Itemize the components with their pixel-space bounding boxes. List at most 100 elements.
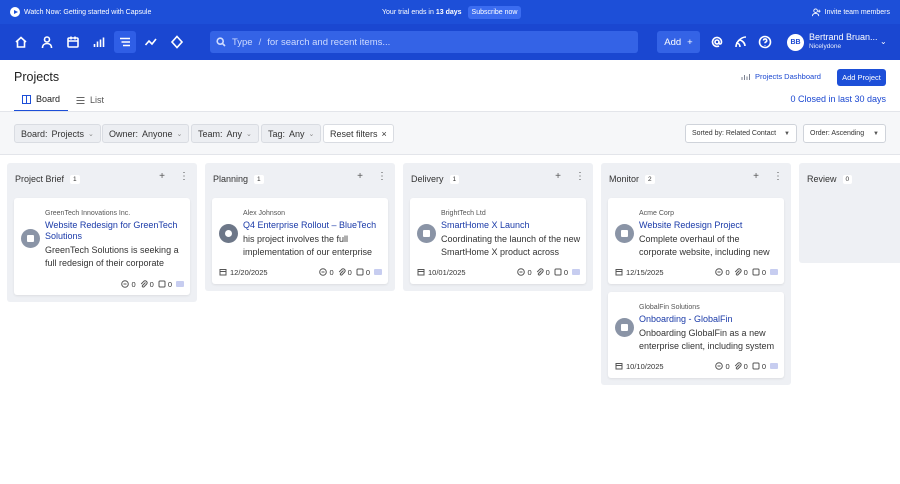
user-org: Nicelydone bbox=[809, 43, 842, 50]
calendar-icon bbox=[615, 269, 623, 276]
chevron-down-icon: ⌄ bbox=[88, 130, 94, 138]
card-footer: 12/20/2025 0 0 0 bbox=[219, 266, 382, 278]
invite-text: Invite team members bbox=[824, 8, 890, 16]
paperclip-icon bbox=[734, 362, 742, 370]
add-project-button[interactable]: Add Project bbox=[837, 69, 886, 86]
project-card[interactable]: Acme Corp Website Redesign Project Compl… bbox=[608, 198, 784, 284]
tab-list[interactable]: List bbox=[68, 88, 112, 112]
calendar-icon bbox=[219, 269, 227, 276]
due-date-text: 12/15/2025 bbox=[626, 267, 664, 277]
user-avatar[interactable]: BB bbox=[787, 34, 804, 51]
watch-now-link[interactable]: Watch Now: Getting started with Capsule bbox=[10, 7, 151, 17]
chevron-down-icon: ⌄ bbox=[308, 130, 315, 138]
board-column: Project Brief 1 + ⋮ GreenTech Innovations… bbox=[7, 163, 197, 302]
invite-team-link[interactable]: Invite team members bbox=[811, 0, 890, 24]
tab-board-label: Board bbox=[36, 94, 61, 104]
card-footer: 0 0 0 bbox=[21, 278, 184, 290]
user-menu[interactable]: Bertrand Bruan... Nicelydone bbox=[809, 32, 878, 52]
column-count: 1 bbox=[70, 174, 80, 184]
due-date-text: 12/20/2025 bbox=[230, 267, 268, 277]
notes-stat: 0 bbox=[752, 268, 766, 277]
card-title[interactable]: Website Redesign for GreenTech Solutions bbox=[45, 220, 184, 242]
sales-chart-icon[interactable] bbox=[90, 33, 108, 51]
tasks-count: 0 bbox=[725, 361, 730, 371]
more-options-icon[interactable]: ⋮ bbox=[179, 171, 189, 182]
add-card-icon[interactable]: + bbox=[159, 171, 165, 182]
search-type-hint: Type bbox=[232, 36, 253, 48]
broadcast-icon[interactable] bbox=[732, 33, 750, 51]
card-company[interactable]: GreenTech Innovations Inc. bbox=[45, 210, 130, 217]
tasks-count: 0 bbox=[527, 267, 532, 277]
card-title[interactable]: Website Redesign Project bbox=[639, 220, 778, 231]
sort-select[interactable]: Sorted by: Related Contact ▼ bbox=[685, 124, 797, 143]
home-icon[interactable] bbox=[12, 33, 30, 51]
team-filter[interactable]: Team: Any ⌄ bbox=[191, 124, 259, 143]
order-select[interactable]: Order: Ascending ▼ bbox=[803, 124, 886, 143]
tag-filter[interactable]: Tag: Any ⌄ bbox=[261, 124, 322, 143]
contact-avatar bbox=[219, 224, 238, 243]
notes-count: 0 bbox=[761, 361, 766, 371]
card-title[interactable]: Onboarding - GlobalFin bbox=[639, 314, 778, 325]
projects-icon[interactable] bbox=[114, 31, 136, 53]
column-count: 1 bbox=[449, 174, 460, 184]
subscribe-button[interactable]: Subscribe now bbox=[467, 5, 522, 19]
chart-icon bbox=[741, 73, 750, 80]
closed-summary-link[interactable]: 0 Closed in last 30 days bbox=[790, 94, 886, 104]
calendar-icon[interactable] bbox=[64, 33, 82, 51]
card-title[interactable]: Q4 Enterprise Rollout – BlueTech bbox=[243, 220, 382, 231]
files-stat: 0 bbox=[140, 280, 154, 289]
board-filter[interactable]: Board: Projects ⌄ bbox=[14, 124, 101, 143]
card-company[interactable]: BrightTech Ltd bbox=[441, 210, 486, 217]
project-card[interactable]: Alex Johnson Q4 Enterprise Rollout – Blu… bbox=[212, 198, 388, 284]
calendar-icon bbox=[615, 363, 623, 370]
due-date-text: 10/01/2025 bbox=[428, 267, 466, 277]
files-stat: 0 bbox=[338, 268, 352, 277]
more-options-icon[interactable]: ⋮ bbox=[377, 171, 387, 182]
add-label: Add bbox=[664, 36, 682, 48]
reports-icon[interactable] bbox=[142, 33, 160, 51]
workflow-icon[interactable] bbox=[168, 33, 186, 51]
more-options-icon[interactable]: ⋮ bbox=[575, 171, 585, 182]
card-title[interactable]: SmartHome X Launch bbox=[441, 220, 580, 231]
top-banner: Watch Now: Getting started with Capsule … bbox=[0, 0, 900, 24]
close-icon: × bbox=[381, 128, 387, 139]
card-footer: 12/15/2025 0 0 0 bbox=[615, 266, 778, 278]
reset-filters-button[interactable]: Reset filters × bbox=[323, 124, 394, 143]
tab-board[interactable]: Board bbox=[14, 88, 69, 112]
tasks-stat: 0 bbox=[517, 267, 532, 277]
mentions-icon[interactable] bbox=[708, 33, 726, 51]
card-company[interactable]: Acme Corp bbox=[639, 210, 674, 217]
contacts-icon[interactable] bbox=[38, 33, 56, 51]
note-icon bbox=[158, 280, 166, 288]
project-card[interactable]: GreenTech Innovations Inc. Website Redes… bbox=[14, 198, 190, 295]
column-header: Planning 1 + ⋮ bbox=[213, 171, 387, 187]
play-icon bbox=[10, 7, 20, 17]
card-footer: 10/01/2025 0 0 0 bbox=[417, 266, 580, 278]
card-company[interactable]: Alex Johnson bbox=[243, 210, 285, 217]
projects-dashboard-link[interactable]: Projects Dashboard bbox=[741, 72, 821, 81]
search-input[interactable]: Type / for search and recent items... bbox=[210, 31, 638, 53]
column-count: 0 bbox=[842, 174, 853, 184]
column-name: Monitor bbox=[609, 174, 640, 184]
chevron-down-icon[interactable]: ⌄ bbox=[880, 37, 887, 46]
card-footer: 10/10/2025 0 0 0 bbox=[615, 360, 778, 372]
more-options-icon[interactable]: ⋮ bbox=[773, 171, 783, 182]
due-date: 10/01/2025 bbox=[417, 268, 466, 277]
card-company[interactable]: GlobalFin Solutions bbox=[639, 304, 700, 311]
trial-prefix: Your trial ends in bbox=[382, 8, 434, 16]
add-card-icon[interactable]: + bbox=[753, 171, 759, 182]
project-card[interactable]: GlobalFin Solutions Onboarding - GlobalF… bbox=[608, 292, 784, 378]
trial-days: 13 days bbox=[435, 8, 462, 16]
tasks-stat: 0 bbox=[319, 268, 334, 277]
search-slash-hint: / bbox=[258, 36, 262, 48]
add-button[interactable]: Add + bbox=[657, 31, 700, 53]
view-tabs: Board List bbox=[14, 88, 112, 112]
company-avatar bbox=[615, 318, 634, 337]
notes-count: 0 bbox=[563, 267, 568, 277]
help-icon[interactable] bbox=[756, 33, 774, 51]
caret-down-icon: ▼ bbox=[784, 130, 790, 137]
owner-filter[interactable]: Owner: Anyone ⌄ bbox=[102, 124, 190, 143]
add-card-icon[interactable]: + bbox=[555, 171, 561, 182]
project-card[interactable]: BrightTech Ltd SmartHome X Launch Coordi… bbox=[410, 198, 586, 284]
add-card-icon[interactable]: + bbox=[357, 171, 363, 182]
